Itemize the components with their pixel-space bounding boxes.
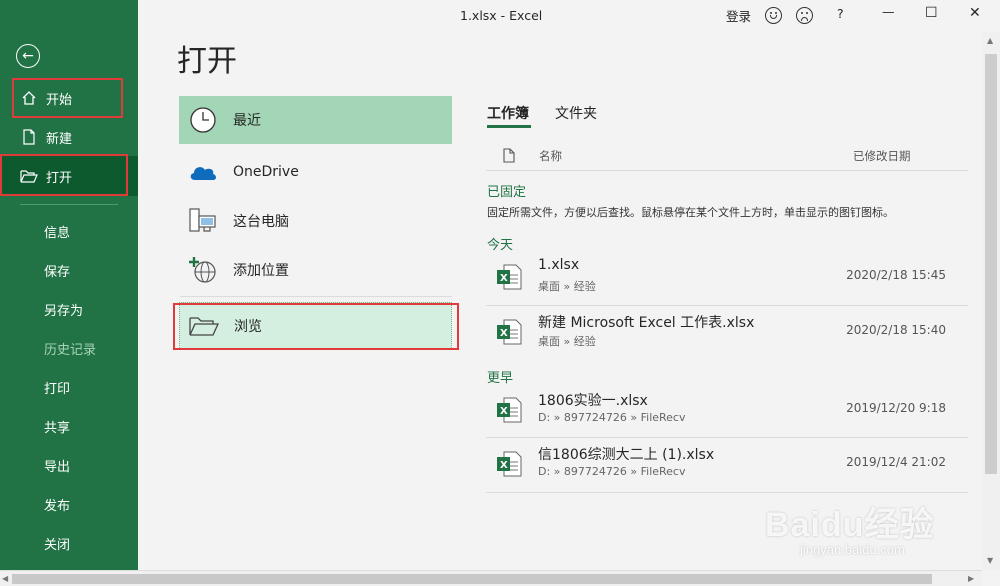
nav-item-share[interactable]: 共享 bbox=[0, 406, 138, 446]
pinned-hint-text: 固定所需文件，方便以后查找。鼠标悬停在某个文件上方时，单击显示的图钉图标。 bbox=[487, 206, 894, 219]
new-document-icon bbox=[20, 129, 38, 145]
file-type-icon bbox=[503, 148, 515, 166]
file-path: 桌面 » 经验 bbox=[538, 335, 596, 348]
backstage-nav: ← 开始 新建 打开 信息 保存 另存为 历史记录 打印 共享 导出 发布 关闭 bbox=[0, 0, 138, 570]
excel-file-icon: X bbox=[496, 318, 522, 350]
cloud-icon bbox=[183, 162, 223, 182]
active-tab-indicator bbox=[487, 125, 531, 128]
close-button[interactable]: ✕ bbox=[969, 5, 981, 21]
column-name-header[interactable]: 名称 bbox=[539, 148, 562, 164]
highlight-box-home bbox=[12, 78, 123, 118]
file-row[interactable]: X 信1806综测大二上 (1).xlsx D: » 897724726 » F… bbox=[486, 438, 968, 492]
nav-item-print[interactable]: 打印 bbox=[0, 367, 138, 407]
file-path: D: » 897724726 » FileRecv bbox=[538, 465, 686, 478]
help-button[interactable]: ? bbox=[837, 6, 844, 21]
nav-item-label: 发布 bbox=[44, 498, 71, 514]
title-bar: 1.xlsx - Excel 登录 ? — ☐ ✕ bbox=[138, 0, 1000, 32]
tab-folders[interactable]: 文件夹 bbox=[555, 103, 597, 123]
nav-item-label: 新建 bbox=[46, 131, 73, 147]
horizontal-scroll-thumb[interactable] bbox=[12, 574, 932, 584]
svg-text:X: X bbox=[500, 406, 508, 417]
nav-item-new[interactable]: 新建 bbox=[0, 117, 138, 157]
add-globe-icon bbox=[183, 256, 223, 284]
clock-icon bbox=[183, 106, 223, 134]
file-name: 1.xlsx bbox=[538, 257, 580, 273]
nav-item-save-as[interactable]: 另存为 bbox=[0, 289, 138, 329]
baidu-watermark-url: jingyan.baidu.com bbox=[800, 542, 905, 557]
highlight-box-open bbox=[0, 154, 128, 196]
nav-item-label: 共享 bbox=[44, 420, 71, 436]
computer-icon bbox=[183, 207, 223, 235]
nav-item-info[interactable]: 信息 bbox=[0, 211, 138, 251]
scroll-down-arrow-icon[interactable]: ▼ bbox=[987, 556, 993, 565]
pinned-section-header: 已固定 bbox=[487, 185, 527, 200]
horizontal-scrollbar[interactable]: ◀ ▶ bbox=[0, 570, 982, 586]
highlight-box-browse bbox=[173, 303, 459, 350]
nav-item-export[interactable]: 导出 bbox=[0, 445, 138, 485]
scroll-left-arrow-icon[interactable]: ◀ bbox=[2, 574, 8, 583]
nav-item-label: 关闭 bbox=[44, 537, 71, 553]
file-name: 新建 Microsoft Excel 工作表.xlsx bbox=[538, 315, 755, 331]
file-date: 2020/2/18 15:45 bbox=[846, 268, 946, 282]
nav-item-label: 信息 bbox=[44, 225, 71, 241]
vertical-scroll-thumb[interactable] bbox=[985, 54, 997, 474]
location-label: 这台电脑 bbox=[233, 214, 289, 230]
location-add-place[interactable]: 添加位置 bbox=[179, 246, 452, 294]
location-onedrive[interactable]: OneDrive bbox=[179, 148, 452, 196]
nav-item-label: 打印 bbox=[44, 381, 71, 397]
window-title: 1.xlsx - Excel bbox=[460, 8, 543, 23]
nav-item-close[interactable]: 关闭 bbox=[0, 523, 138, 563]
header-divider bbox=[486, 170, 968, 171]
location-recent[interactable]: 最近 bbox=[179, 96, 452, 144]
nav-divider bbox=[20, 204, 118, 205]
file-row[interactable]: X 新建 Microsoft Excel 工作表.xlsx 桌面 » 经验 20… bbox=[486, 306, 968, 360]
column-date-header[interactable]: 已修改日期 bbox=[853, 148, 911, 164]
svg-text:X: X bbox=[500, 273, 508, 284]
file-row[interactable]: X 1.xlsx 桌面 » 经验 2020/2/18 15:45 bbox=[486, 251, 968, 305]
nav-item-save[interactable]: 保存 bbox=[0, 250, 138, 290]
nav-item-label: 导出 bbox=[44, 459, 71, 475]
location-this-pc[interactable]: 这台电脑 bbox=[179, 197, 452, 245]
file-name: 1806实验一.xlsx bbox=[538, 393, 648, 409]
file-path: 桌面 » 经验 bbox=[538, 280, 596, 293]
location-label: 添加位置 bbox=[233, 263, 289, 279]
back-arrow-icon[interactable]: ← bbox=[16, 44, 40, 68]
nav-item-label: 另存为 bbox=[44, 303, 84, 319]
file-date: 2020/2/18 15:40 bbox=[846, 323, 946, 337]
location-label: OneDrive bbox=[233, 164, 299, 180]
nav-item-label: 保存 bbox=[44, 264, 71, 280]
frown-feedback-icon[interactable] bbox=[796, 7, 813, 24]
svg-text:X: X bbox=[500, 328, 508, 339]
location-divider bbox=[180, 296, 452, 297]
page-title: 打开 bbox=[177, 44, 237, 79]
nav-item-history: 历史记录 bbox=[0, 328, 138, 368]
maximize-button[interactable]: ☐ bbox=[925, 5, 938, 21]
excel-file-icon: X bbox=[496, 450, 522, 482]
file-path: D: » 897724726 » FileRecv bbox=[538, 411, 686, 424]
nav-item-label: 历史记录 bbox=[44, 342, 97, 358]
baidu-watermark-logo: Baidu经验 bbox=[765, 506, 935, 544]
file-date: 2019/12/20 9:18 bbox=[846, 401, 946, 415]
scroll-up-arrow-icon[interactable]: ▲ bbox=[987, 36, 993, 45]
scroll-right-arrow-icon[interactable]: ▶ bbox=[968, 574, 974, 583]
location-label: 最近 bbox=[233, 113, 261, 129]
vertical-scrollbar[interactable]: ▲ ▼ bbox=[982, 32, 1000, 570]
svg-text:X: X bbox=[500, 460, 508, 471]
tab-workbooks[interactable]: 工作簿 bbox=[487, 103, 529, 123]
excel-file-icon: X bbox=[496, 396, 522, 428]
row-divider bbox=[486, 492, 968, 493]
nav-item-publish[interactable]: 发布 bbox=[0, 484, 138, 524]
file-date: 2019/12/4 21:02 bbox=[846, 455, 946, 469]
file-name: 信1806综测大二上 (1).xlsx bbox=[538, 447, 715, 463]
excel-file-icon: X bbox=[496, 263, 522, 295]
smile-feedback-icon[interactable] bbox=[765, 7, 782, 24]
file-row[interactable]: X 1806实验一.xlsx D: » 897724726 » FileRecv… bbox=[486, 384, 968, 438]
login-button[interactable]: 登录 bbox=[726, 6, 751, 25]
minimize-button[interactable]: — bbox=[882, 4, 895, 19]
